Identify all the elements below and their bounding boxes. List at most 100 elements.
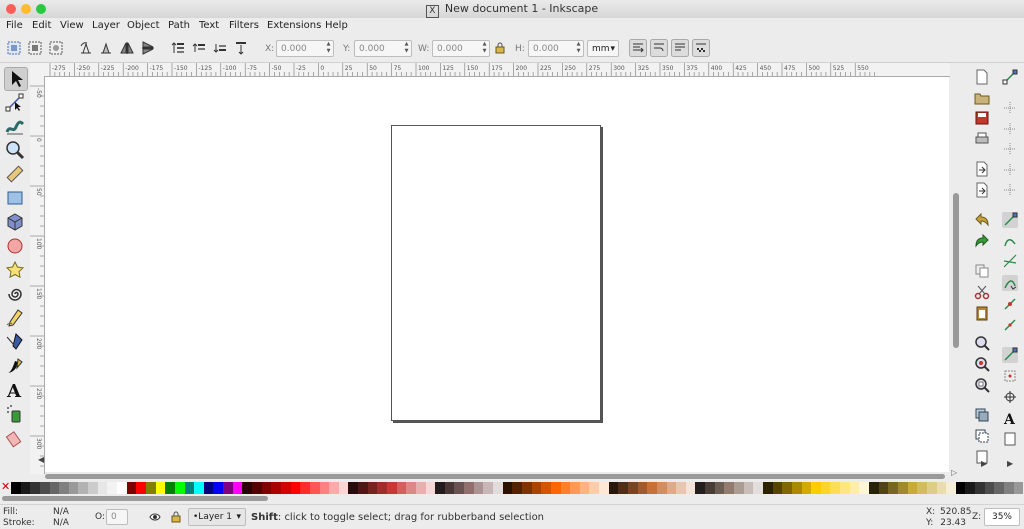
palette-swatch[interactable] xyxy=(425,482,436,494)
palette-swatch[interactable] xyxy=(608,482,619,494)
lower-to-bottom-icon[interactable] xyxy=(233,40,249,56)
palette-swatch[interactable] xyxy=(300,482,310,494)
palette-swatch[interactable] xyxy=(136,482,146,494)
palette-swatch[interactable] xyxy=(280,482,291,494)
palette-swatch[interactable] xyxy=(820,482,831,494)
palette-swatch[interactable] xyxy=(734,482,744,494)
palette-swatch[interactable] xyxy=(705,482,715,494)
palette-swatch[interactable] xyxy=(358,482,368,494)
palette-swatch[interactable] xyxy=(406,482,416,494)
palette-swatch[interactable] xyxy=(531,482,542,494)
snap-line-midpoints-icon[interactable] xyxy=(1002,317,1018,333)
duplicate-icon[interactable] xyxy=(974,407,990,423)
palette-swatch[interactable] xyxy=(338,482,349,494)
rotate-ccw-icon[interactable] xyxy=(78,40,94,56)
palette-swatch[interactable] xyxy=(1013,482,1024,494)
vertical-ruler[interactable]: -50 0 50 100 150 200 250 300 xyxy=(30,76,45,474)
eraser-tool-icon[interactable] xyxy=(4,427,26,449)
palette-swatch[interactable] xyxy=(261,482,272,494)
export-icon[interactable] xyxy=(974,182,990,198)
spray-tool-icon[interactable] xyxy=(4,403,26,425)
menu-filters[interactable]: Filters xyxy=(229,20,259,31)
palette-swatch[interactable] xyxy=(242,482,253,494)
vertical-scrollbar-thumb[interactable] xyxy=(953,193,959,348)
palette-swatch[interactable] xyxy=(271,482,281,494)
palette-swatch[interactable] xyxy=(946,482,956,494)
palette-swatch[interactable] xyxy=(59,482,69,494)
palette-swatch[interactable] xyxy=(396,482,407,494)
snap-cusp-nodes-icon[interactable] xyxy=(1002,275,1018,291)
palette-swatch[interactable] xyxy=(203,482,214,494)
move-patterns-icon[interactable] xyxy=(692,39,710,57)
palette-swatch[interactable] xyxy=(647,482,657,494)
palette-swatch[interactable] xyxy=(965,482,976,494)
no-paint-icon[interactable]: ✕ xyxy=(1,481,10,493)
palette-swatch[interactable] xyxy=(685,482,696,494)
layer-visibility-eye-icon[interactable] xyxy=(149,511,161,523)
palette-swatch[interactable] xyxy=(367,482,378,494)
scale-stroke-icon[interactable] xyxy=(629,39,647,57)
pencil-tool-icon[interactable] xyxy=(4,307,26,329)
palette-swatch[interactable] xyxy=(917,482,927,494)
opacity-field[interactable]: 0 xyxy=(106,509,128,525)
snap-paths-icon[interactable] xyxy=(1002,233,1018,249)
palette-swatch[interactable] xyxy=(637,482,648,494)
w-field[interactable]: 0.000 ▲ ▼ xyxy=(432,40,490,57)
palette-swatch[interactable] xyxy=(184,482,195,494)
stroke-value[interactable]: N/A xyxy=(53,518,69,528)
palette-swatch[interactable] xyxy=(791,482,802,494)
snap-bbox-icon[interactable] xyxy=(1002,100,1018,116)
star-tool-icon[interactable] xyxy=(4,259,26,281)
x-spinner-icon[interactable]: ▲ ▼ xyxy=(324,41,333,56)
palette-swatch[interactable] xyxy=(49,482,60,494)
palette-swatch[interactable] xyxy=(194,482,204,494)
selector-tool-icon[interactable] xyxy=(4,67,28,91)
scale-radius-icon[interactable] xyxy=(650,39,668,57)
snap-bbox-midpoint-icon[interactable] xyxy=(1002,162,1018,178)
palette-swatch[interactable] xyxy=(907,482,918,494)
palette-swatch[interactable] xyxy=(695,482,706,494)
palette-swatch[interactable] xyxy=(994,482,1004,494)
palette-swatch[interactable] xyxy=(348,482,359,494)
palette-swatch[interactable] xyxy=(232,482,243,494)
snap-object-midpoints-icon[interactable] xyxy=(1002,368,1018,384)
zoom-page-icon[interactable] xyxy=(974,377,990,393)
palette-swatch[interactable] xyxy=(599,482,609,494)
scroll-right-arrow-icon[interactable]: ▷ xyxy=(951,468,957,477)
measure-tool-icon[interactable] xyxy=(4,163,26,185)
palette-swatch[interactable] xyxy=(589,482,600,494)
palette-swatch[interactable] xyxy=(521,482,532,494)
palette-swatch[interactable] xyxy=(309,482,320,494)
palette-swatch[interactable] xyxy=(39,482,50,494)
zoom-drawing-icon[interactable] xyxy=(974,356,990,372)
palette-swatch[interactable] xyxy=(888,482,898,494)
palette-swatch[interactable] xyxy=(753,482,763,494)
snap-more-arrow-icon[interactable]: ▶ xyxy=(1007,459,1013,468)
palette-swatch[interactable] xyxy=(570,482,580,494)
tweak-tool-icon[interactable] xyxy=(4,115,26,137)
unit-select[interactable]: mm ▾ xyxy=(587,40,619,57)
palette-swatch[interactable] xyxy=(714,482,725,494)
palette-swatch[interactable] xyxy=(97,482,108,494)
open-file-icon[interactable] xyxy=(974,90,990,106)
palette-swatch[interactable] xyxy=(550,482,561,494)
palette-swatch[interactable] xyxy=(454,482,465,494)
palette-scrollbar-thumb[interactable] xyxy=(2,496,268,501)
palette-swatch[interactable] xyxy=(975,482,985,494)
palette-swatch[interactable] xyxy=(541,482,551,494)
rotate-cw-icon[interactable] xyxy=(98,40,114,56)
move-gradients-icon[interactable] xyxy=(671,39,689,57)
snap-smooth-nodes-icon[interactable] xyxy=(1002,296,1018,312)
palette-swatch[interactable] xyxy=(377,482,387,494)
palette-swatch[interactable] xyxy=(126,482,137,494)
palette-swatch[interactable] xyxy=(897,482,908,494)
palette-swatch[interactable] xyxy=(415,482,426,494)
palette-swatch[interactable] xyxy=(174,482,185,494)
copy-icon[interactable] xyxy=(974,263,990,279)
palette-swatch[interactable] xyxy=(772,482,783,494)
ellipse-tool-icon[interactable] xyxy=(4,235,26,257)
palette-swatch[interactable] xyxy=(512,482,522,494)
palette-swatch[interactable] xyxy=(628,482,638,494)
palette-swatch[interactable] xyxy=(386,482,397,494)
calligraphy-tool-icon[interactable] xyxy=(4,355,26,377)
